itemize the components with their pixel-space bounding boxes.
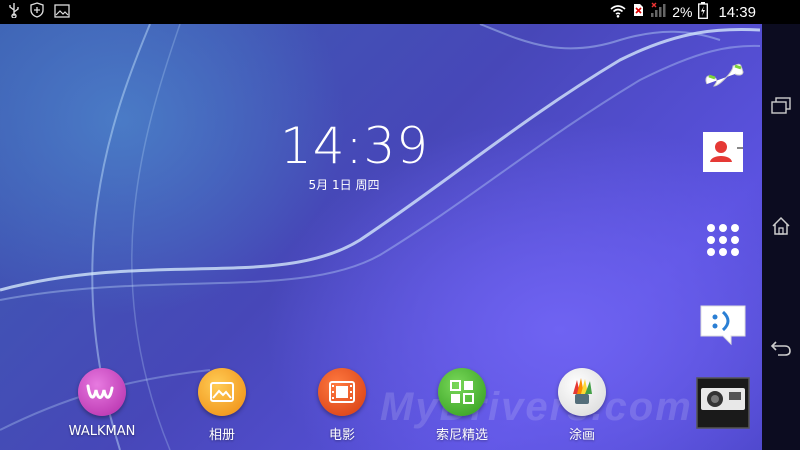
camera-icon[interactable] [692,374,754,430]
navigation-bar [762,24,800,450]
walkman-icon [78,368,126,416]
recent-apps-icon[interactable] [769,94,793,118]
home-dock: WALKMAN 相册 电影 索尼精选 涂画 [0,368,680,450]
side-dock [692,24,762,450]
messaging-icon[interactable] [692,296,754,352]
app-sketch[interactable]: 涂画 [542,368,622,443]
battery-charging-icon [698,1,709,23]
back-icon[interactable] [769,336,793,360]
usb-icon [8,2,20,22]
clock-widget[interactable]: 14:39 5月 1日 周四 [280,117,430,193]
status-bar[interactable]: 2% 14:39 [0,0,800,24]
phone-icon[interactable] [692,42,754,98]
album-icon [198,368,246,416]
app-label: 涂画 [568,428,595,443]
image-icon [54,3,70,22]
clock-time: 14:39 [280,117,430,175]
app-album[interactable]: 相册 [182,368,262,443]
home-icon[interactable] [769,214,793,238]
wifi-icon [610,3,626,22]
contacts-icon[interactable] [692,124,754,180]
app-label: 电影 [328,428,355,443]
app-label: 相册 [208,428,235,443]
movies-icon [318,368,366,416]
sketch-icon [558,368,606,416]
app-movies[interactable]: 电影 [302,368,382,443]
no-sim-icon [632,2,644,22]
app-sony-select[interactable]: 索尼精选 [422,368,502,443]
signal-icon [650,2,666,22]
app-label: 索尼精选 [435,428,488,443]
app-walkman[interactable]: WALKMAN [62,368,142,439]
sony-select-icon [438,368,486,416]
app-drawer-icon[interactable] [692,212,754,268]
status-time: 14:39 [718,3,756,21]
app-label: WALKMAN [68,424,136,439]
clock-date: 5月 1日 周四 [308,178,380,192]
battery-percent: 2% [672,4,693,20]
shield-icon [30,2,44,22]
